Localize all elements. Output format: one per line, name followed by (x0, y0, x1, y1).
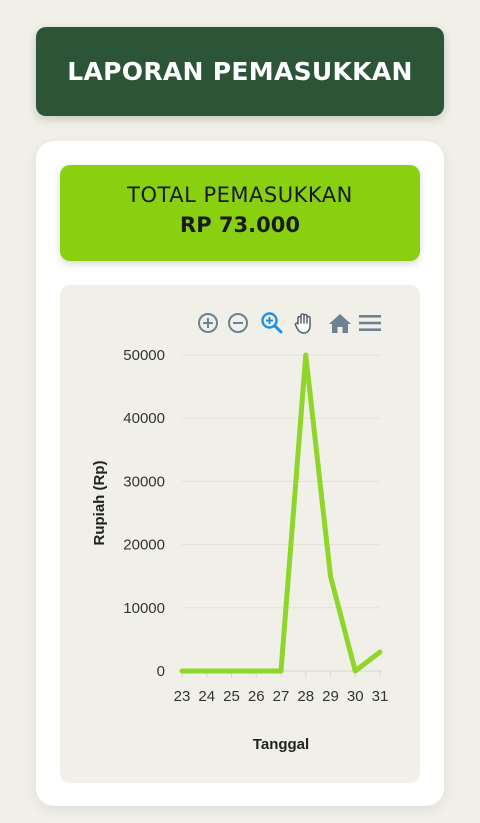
menu-icon (359, 315, 381, 331)
x-tick-label: 30 (347, 688, 364, 705)
total-income-value: RP 73.000 (180, 213, 300, 237)
x-tick-label: 24 (198, 688, 215, 705)
x-tick-label: 25 (223, 688, 240, 705)
zoom-in-button[interactable] (196, 311, 220, 335)
y-tick-label: 0 (157, 663, 165, 680)
y-tick-label: 50000 (123, 347, 165, 364)
y-tick-label: 20000 (123, 537, 165, 554)
zoom-out-button[interactable] (226, 311, 250, 335)
x-tick-label: 26 (248, 688, 265, 705)
x-tick-label: 31 (372, 688, 389, 705)
x-tick-label: 23 (174, 688, 191, 705)
y-axis-title: Rupiah (Rp) (91, 461, 108, 546)
x-tick-label: 27 (273, 688, 290, 705)
series-line (179, 352, 383, 674)
page-header: LAPORAN PEMASUKKAN (36, 27, 444, 116)
x-tick-label: 29 (322, 688, 339, 705)
y-tick-label: 40000 (123, 410, 165, 427)
page-title: LAPORAN PEMASUKKAN (67, 57, 413, 86)
y-tick-label: 30000 (123, 473, 165, 490)
zoom-selection-icon (261, 312, 283, 334)
reset-home-icon (329, 314, 351, 333)
zoom-out-icon (228, 313, 248, 333)
report-card: TOTAL PEMASUKKAN RP 73.000 0 10000 20000 30… (36, 141, 444, 806)
chart-menu-button[interactable] (358, 311, 382, 335)
pan-button[interactable] (292, 311, 316, 335)
total-income-summary: TOTAL PEMASUKKAN RP 73.000 (60, 165, 420, 261)
zoom-selection-button[interactable] (260, 311, 284, 335)
reset-zoom-button[interactable] (328, 311, 352, 335)
x-axis-title: Tanggal (253, 736, 309, 753)
y-tick-label: 10000 (123, 600, 165, 617)
pan-icon (294, 313, 311, 334)
total-income-label: TOTAL PEMASUKKAN (127, 183, 353, 207)
zoom-in-icon (198, 313, 218, 333)
chart-canvas: 0 10000 20000 30000 40000 50000 23 24 25 26 27 28 29… (91, 347, 389, 753)
income-chart: 0 10000 20000 30000 40000 50000 23 24 25 26 27 28 29… (60, 285, 420, 783)
x-tick-label: 28 (297, 688, 314, 705)
